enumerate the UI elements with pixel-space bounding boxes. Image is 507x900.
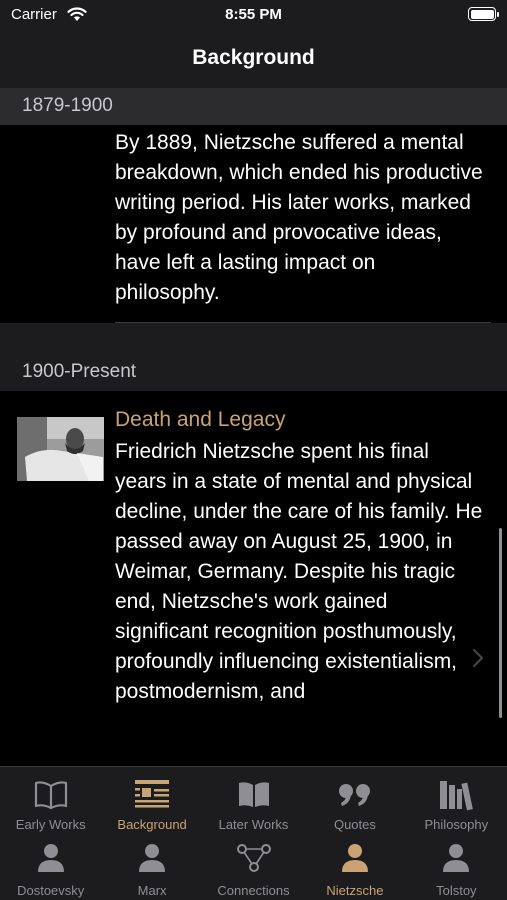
tab-label: Connections <box>217 883 290 898</box>
tab-label: Philosophy <box>424 817 489 832</box>
tab-quotes[interactable]: Quotes <box>304 767 405 833</box>
tab-label: Marx <box>137 883 167 898</box>
section-header: 1900-Present <box>0 323 507 391</box>
tab-label: Nietzsche <box>326 883 384 898</box>
status-bar: Carrier 8:55 PM <box>0 0 507 34</box>
timeline-list[interactable]: 1879-1900 By 1889, Nietzsche suffered a … <box>0 88 507 766</box>
book-filled-icon <box>236 777 272 813</box>
tab-marx[interactable]: Marx <box>101 833 202 899</box>
tab-label: Tolstoy <box>436 883 477 898</box>
section-header-label: 1900-Present <box>22 361 137 382</box>
tab-label: Quotes <box>333 817 376 832</box>
tab-later-works[interactable]: Later Works <box>203 767 304 833</box>
navigation-bar: Background <box>0 34 507 88</box>
chevron-right-icon[interactable] <box>472 648 484 668</box>
tab-nietzsche[interactable]: Nietzsche <box>304 833 405 899</box>
section-header-label: 1879-1900 <box>22 95 113 116</box>
battery-icon <box>468 7 499 21</box>
tab-label: Later Works <box>218 817 289 832</box>
entry-text: By 1889, Nietzsche suffered a mental bre… <box>115 131 483 304</box>
tab-philosophy[interactable]: Philosophy <box>406 767 507 833</box>
network-icon <box>236 840 272 876</box>
section-header: 1879-1900 <box>0 88 507 125</box>
entry-text: Friedrich Nietzsche spent his final year… <box>115 440 483 703</box>
tab-background[interactable]: Background <box>101 767 202 833</box>
quote-icon <box>337 777 373 813</box>
entry-title[interactable]: Death and Legacy <box>115 408 285 432</box>
person-icon <box>438 840 474 876</box>
open-book-icon <box>33 777 69 813</box>
portrait-thumbnail <box>17 417 104 481</box>
clock: 8:55 PM <box>225 6 282 23</box>
tab-label: Dostoevsky <box>17 883 85 898</box>
person-icon <box>134 840 170 876</box>
tab-tolstoy[interactable]: Tolstoy <box>406 833 507 899</box>
tab-label: Background <box>117 817 187 832</box>
tab-dostoevsky[interactable]: Dostoevsky <box>0 833 101 899</box>
tab-label: Early Works <box>15 817 86 832</box>
tab-bar: Early Works Background Later Works Quote… <box>0 766 507 900</box>
person-icon <box>33 840 69 876</box>
books-icon <box>438 777 474 813</box>
tab-connections[interactable]: Connections <box>203 833 304 899</box>
page-title: Background <box>192 46 315 69</box>
scroll-indicator[interactable] <box>499 528 502 718</box>
tab-early-works[interactable]: Early Works <box>0 767 101 833</box>
list-icon <box>134 777 170 813</box>
person-icon <box>337 840 373 876</box>
